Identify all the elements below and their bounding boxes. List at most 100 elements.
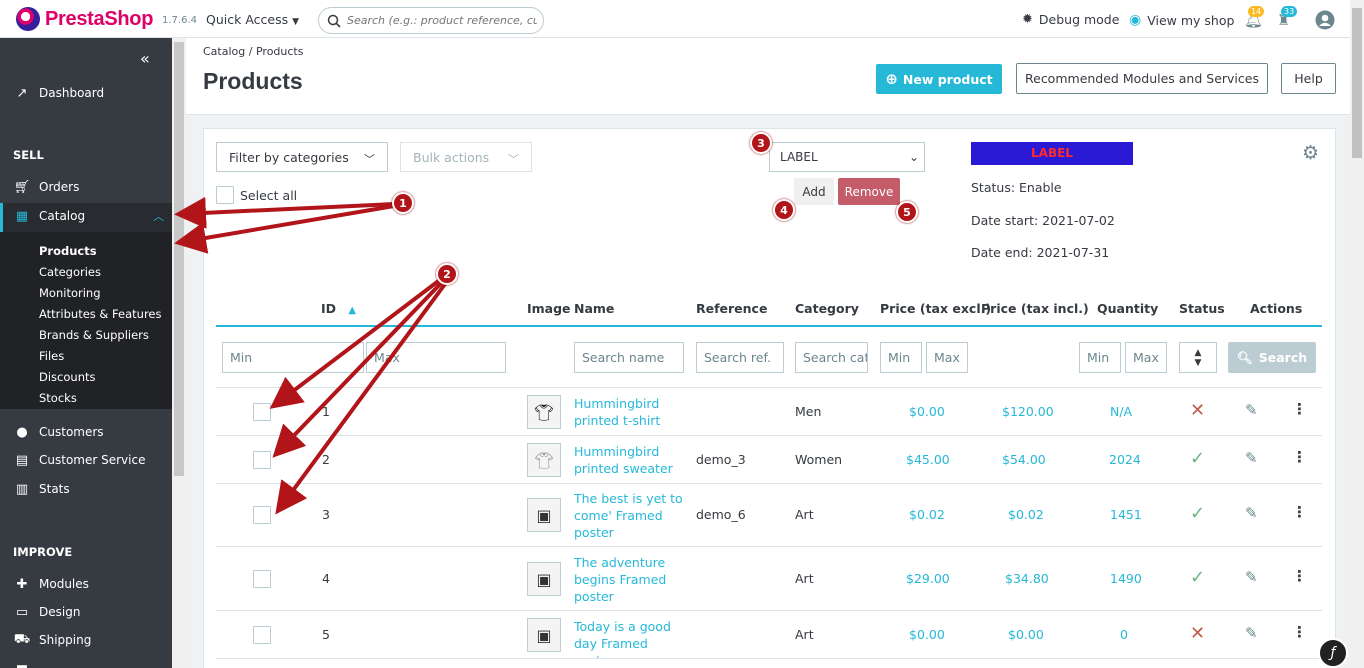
col-name[interactable]: Name <box>574 301 614 316</box>
row-checkbox[interactable] <box>253 570 271 588</box>
label-select[interactable]: LABEL ⌄ <box>769 142 925 172</box>
sort-arrows-icon: ▲ ▼ <box>1194 347 1202 368</box>
filter-price-max[interactable]: Max <box>926 342 968 373</box>
row-checkbox[interactable] <box>253 403 271 421</box>
more-vert-icon[interactable]: ⋮ <box>1292 623 1307 641</box>
page-title: Products <box>203 68 303 94</box>
nav-stats[interactable]: ▥ Stats <box>14 482 70 497</box>
more-vert-icon[interactable]: ⋮ <box>1292 503 1307 521</box>
nav-customer-service[interactable]: ▤ Customer Service <box>14 453 146 468</box>
breadcrumb-catalog[interactable]: Catalog <box>203 45 245 58</box>
search-filter-button[interactable]: 🔍︎ Search <box>1228 342 1316 373</box>
page-scroll-thumb[interactable] <box>1352 8 1362 158</box>
sub-attributes[interactable]: Attributes & Features <box>39 307 162 321</box>
sub-brands[interactable]: Brands & Suppliers <box>39 328 149 342</box>
table-row: 1 👕︎ Hummingbird printed t-shirt Men $0.… <box>216 387 1322 435</box>
sidebar-scrollbar[interactable] <box>172 38 186 668</box>
more-vert-icon[interactable]: ⋮ <box>1292 400 1307 418</box>
sub-products[interactable]: Products <box>39 244 97 258</box>
filter-status-select[interactable]: ▲ ▼ <box>1179 342 1217 373</box>
select-all-checkbox[interactable] <box>216 186 234 204</box>
status-enabled-icon[interactable]: ✓ <box>1190 448 1205 469</box>
view-shop-link[interactable]: ◉ View my shop <box>1129 12 1234 28</box>
edit-pencil-icon[interactable]: ✎ <box>1245 504 1258 522</box>
search-input[interactable] <box>347 14 537 27</box>
col-price-incl[interactable]: Price (tax incl.) <box>981 301 1089 316</box>
orders-notification-button[interactable]: ♜ 33 <box>1277 6 1298 29</box>
sub-files[interactable]: Files <box>39 349 64 363</box>
debug-mode-link[interactable]: ✹ Debug mode <box>1022 12 1119 27</box>
bulk-actions-dropdown[interactable]: Bulk actions ﹀ <box>400 142 532 172</box>
status-disabled-icon[interactable]: ✕ <box>1190 400 1205 421</box>
recommended-modules-button[interactable]: Recommended Modules and Services <box>1016 63 1268 94</box>
chevron-up-icon[interactable]: ︿ <box>153 208 164 224</box>
add-label-button[interactable]: Add <box>794 178 834 205</box>
new-product-button[interactable]: ⊕ New product <box>876 64 1002 94</box>
col-price-excl[interactable]: Price (tax excl.) <box>880 301 991 316</box>
edit-pencil-icon[interactable]: ✎ <box>1245 568 1258 586</box>
table-row: 5 ▣ Today is a good day Framed poster Ar… <box>216 610 1322 668</box>
cell-price-excl: $0.00 <box>909 404 945 419</box>
nav-modules[interactable]: ✚ Modules <box>14 577 89 592</box>
status-enabled-icon[interactable]: ✓ <box>1190 503 1205 524</box>
more-vert-icon[interactable]: ⋮ <box>1292 567 1307 585</box>
row-checkbox[interactable] <box>253 451 271 469</box>
product-name-link[interactable]: Hummingbird printed t-shirt <box>574 395 684 429</box>
sidebar-scroll-thumb[interactable] <box>174 42 184 476</box>
product-name-link[interactable]: Hummingbird printed sweater <box>574 443 684 477</box>
settings-gear-icon[interactable]: ⚙ <box>1302 142 1319 164</box>
edit-pencil-icon[interactable]: ✎ <box>1245 449 1258 467</box>
status-disabled-icon[interactable]: ✕ <box>1190 623 1205 644</box>
search-box[interactable] <box>318 7 544 34</box>
nav-label: Customers <box>39 425 104 439</box>
quick-access-dropdown[interactable]: Quick Access ▼ <box>206 12 299 27</box>
edit-pencil-icon[interactable]: ✎ <box>1245 624 1258 642</box>
sort-up-icon[interactable]: ▲ <box>348 305 356 316</box>
status-enabled-icon[interactable]: ✓ <box>1190 567 1205 588</box>
sub-categories[interactable]: Categories <box>39 265 101 279</box>
filter-categories-dropdown[interactable]: Filter by categories ﹀ <box>216 142 388 172</box>
nav-orders[interactable]: 🛒︎ Orders <box>14 180 80 195</box>
col-quantity[interactable]: Quantity <box>1097 301 1158 316</box>
filter-qty-min[interactable]: Min <box>1079 342 1121 373</box>
product-thumbnail: ▣ <box>527 498 561 532</box>
nav-payment[interactable]: ▬ <box>14 660 30 668</box>
col-id[interactable]: ID ▲ <box>321 301 356 316</box>
product-thumbnail: 👚︎ <box>527 443 561 477</box>
nav-shipping[interactable]: ⛟ Shipping <box>14 632 92 648</box>
col-category[interactable]: Category <box>795 301 859 316</box>
col-status[interactable]: Status <box>1179 301 1225 316</box>
edit-pencil-icon[interactable]: ✎ <box>1245 401 1258 419</box>
nav-design[interactable]: ▭ Design <box>14 605 81 620</box>
product-name-link[interactable]: The best is yet to come' Framed poster <box>574 490 684 541</box>
filter-category[interactable]: Search cat <box>795 342 868 373</box>
notifications-button[interactable]: 🔔︎ 14 <box>1244 6 1265 29</box>
help-button[interactable]: Help <box>1281 63 1336 94</box>
filter-id-max[interactable]: Max <box>366 342 506 373</box>
filter-qty-max[interactable]: Max <box>1125 342 1167 373</box>
sub-stocks[interactable]: Stocks <box>39 391 77 405</box>
nav-catalog[interactable]: ▦ Catalog <box>14 209 85 224</box>
collapse-sidebar-icon[interactable]: « <box>140 49 150 68</box>
row-checkbox[interactable] <box>253 506 271 524</box>
filter-id-min[interactable]: Min <box>222 342 364 373</box>
more-vert-icon[interactable]: ⋮ <box>1292 448 1307 466</box>
select-all-control[interactable]: Select all <box>216 186 297 204</box>
profile-button[interactable] <box>1315 10 1335 30</box>
sub-monitoring[interactable]: Monitoring <box>39 286 101 300</box>
brand-logo[interactable]: PrestaShop <box>16 7 153 31</box>
filter-price-min[interactable]: Min <box>880 342 922 373</box>
nav-customers[interactable]: ● Customers <box>14 425 104 440</box>
col-reference[interactable]: Reference <box>696 301 767 316</box>
remove-label-button[interactable]: Remove <box>838 178 900 205</box>
filter-name[interactable]: Search name <box>574 342 684 373</box>
filter-reference[interactable]: Search ref. <box>696 342 784 373</box>
symfony-toolbar-icon[interactable]: ƒ <box>1318 638 1348 668</box>
nav-dashboard[interactable]: ↗ Dashboard <box>14 86 105 101</box>
cell-quantity: 1451 <box>1110 507 1142 522</box>
sub-discounts[interactable]: Discounts <box>39 370 95 384</box>
label-preview: LABEL <box>971 142 1133 165</box>
row-checkbox[interactable] <box>253 626 271 644</box>
page-scrollbar[interactable] <box>1350 0 1364 668</box>
product-name-link[interactable]: The adventure begins Framed poster <box>574 554 684 605</box>
